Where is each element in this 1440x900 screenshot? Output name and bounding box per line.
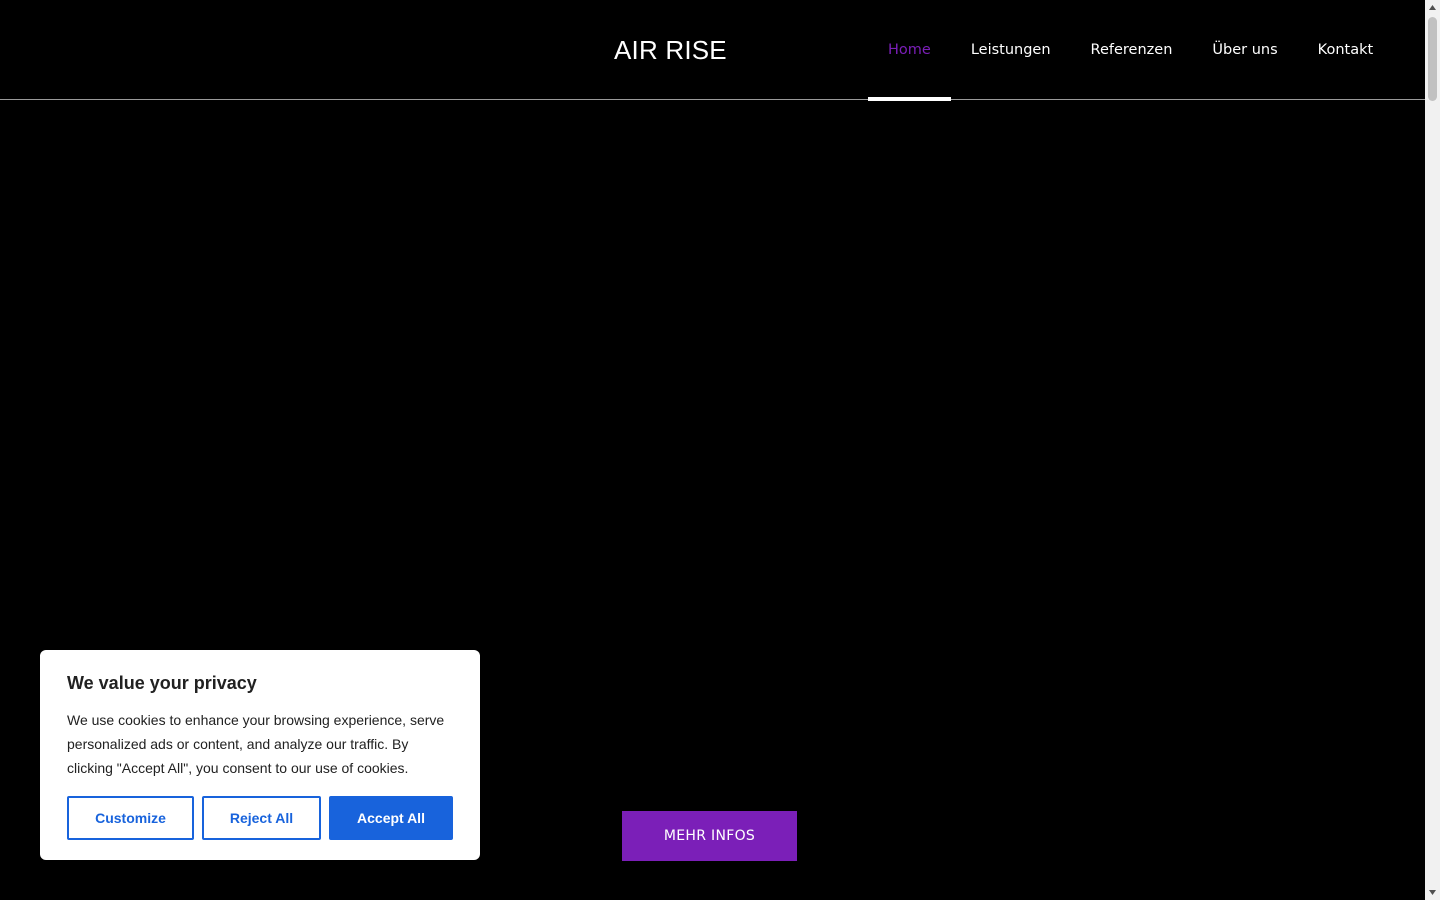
customize-button[interactable]: Customize [67,796,194,840]
page: AIR RISE Home Leistungen Referenzen Über… [0,0,1440,900]
main-nav: Home Leistungen Referenzen Über uns Kont… [868,0,1394,101]
nav-item-referenzen[interactable]: Referenzen [1071,0,1193,100]
vertical-scrollbar[interactable] [1425,0,1440,900]
scroll-up-icon[interactable] [1425,0,1440,15]
scroll-down-icon[interactable] [1425,885,1440,900]
nav-item-ueber-uns[interactable]: Über uns [1192,0,1297,100]
nav-item-kontakt[interactable]: Kontakt [1298,0,1394,100]
nav-item-home[interactable]: Home [868,0,951,101]
accept-all-button[interactable]: Accept All [329,796,453,840]
mehr-infos-button[interactable]: MEHR INFOS [622,811,797,861]
cookie-banner-text: We use cookies to enhance your browsing … [67,712,445,776]
nav-item-leistungen[interactable]: Leistungen [951,0,1071,100]
cookie-banner-title: We value your privacy [67,673,257,693]
scrollbar-thumb[interactable] [1428,17,1437,101]
reject-all-button[interactable]: Reject All [202,796,321,840]
site-header: AIR RISE Home Leistungen Referenzen Über… [0,0,1425,101]
site-logo[interactable]: AIR RISE [614,33,727,67]
cookie-consent-banner: We value your privacy We use cookies to … [40,650,480,860]
cookie-banner-buttons: Customize Reject All Accept All [67,796,453,840]
